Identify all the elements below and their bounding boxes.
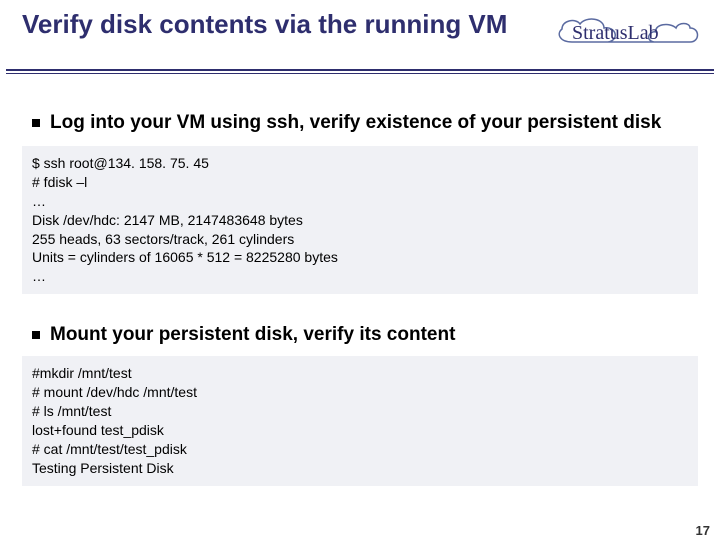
rule-thin (6, 73, 714, 74)
header-rule (0, 69, 720, 74)
bullet-text-1: Log into your VM using ssh, verify exist… (50, 112, 661, 134)
cloud-logo-icon: StratusLab (542, 8, 702, 58)
logo-text: StratusLab (572, 22, 659, 44)
bullet-item-1: Log into your VM using ssh, verify exist… (0, 112, 720, 134)
title-block: Verify disk contents via the running VM (22, 10, 534, 40)
code-block-1: $ ssh root@134. 158. 75. 45 # fdisk –l …… (22, 146, 698, 294)
square-bullet-icon (32, 119, 40, 127)
square-bullet-icon (32, 331, 40, 339)
bullet-item-2: Mount your persistent disk, verify its c… (0, 324, 720, 346)
page-number: 17 (696, 523, 710, 538)
header: Verify disk contents via the running VM … (0, 10, 720, 63)
slide-title: Verify disk contents via the running VM (22, 10, 534, 40)
bullet-text-2: Mount your persistent disk, verify its c… (50, 324, 455, 346)
rule-thick (6, 69, 714, 71)
slide: Verify disk contents via the running VM … (0, 0, 720, 540)
code-block-2: #mkdir /mnt/test # mount /dev/hdc /mnt/t… (22, 356, 698, 485)
stratuslab-logo: StratusLab (542, 8, 702, 63)
